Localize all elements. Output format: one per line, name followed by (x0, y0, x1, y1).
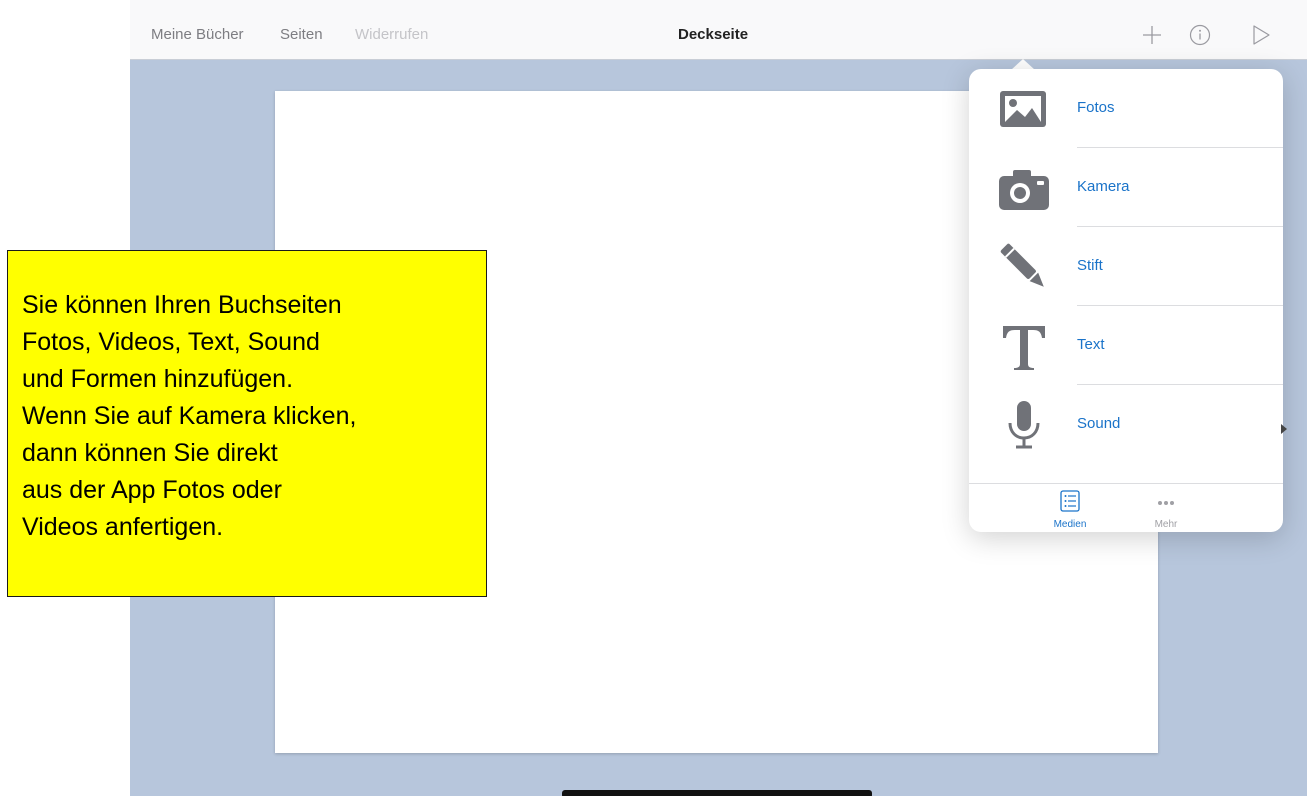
menu-item-label: Fotos (1077, 99, 1115, 116)
more-icon (1158, 501, 1174, 505)
callout-text-line: Sie können Ihren Buchseiten (22, 291, 342, 319)
menu-item-pen[interactable]: Stift (969, 227, 1283, 306)
home-indicator (562, 790, 872, 796)
info-icon[interactable] (1189, 24, 1211, 46)
navigation-bar: Meine Bücher Seiten Widerrufen Deckseite (130, 0, 1307, 60)
list-icon (1060, 490, 1080, 512)
callout-text-line: Wenn Sie auf Kamera klicken, (22, 402, 357, 430)
play-icon[interactable] (1250, 24, 1272, 46)
microphone-icon (1008, 401, 1040, 449)
camera-icon (999, 170, 1049, 210)
menu-item-photos[interactable]: Fotos (969, 69, 1283, 148)
insert-media-popover: Fotos Kamera Stift Text Sound Medien Meh… (969, 69, 1283, 532)
callout-text-line: aus der App Fotos oder (22, 476, 282, 504)
menu-item-label: Kamera (1077, 178, 1130, 195)
scroll-right-indicator (1281, 424, 1287, 434)
tab-media[interactable]: Medien (1040, 490, 1100, 530)
popover-tab-bar: Medien Mehr (969, 483, 1283, 533)
undo-button[interactable]: Widerrufen (355, 26, 428, 43)
tab-label: Medien (1053, 519, 1087, 530)
pen-icon (1000, 243, 1044, 287)
menu-item-sound[interactable]: Sound (969, 385, 1283, 464)
page-title: Deckseite (678, 26, 749, 43)
menu-item-label: Sound (1077, 415, 1121, 432)
tab-label: Mehr (1154, 519, 1178, 530)
text-icon (1003, 326, 1045, 370)
my-books-button[interactable]: Meine Bücher (151, 26, 244, 43)
menu-item-text[interactable]: Text (969, 306, 1283, 385)
pages-button[interactable]: Seiten (280, 26, 323, 43)
callout-text-line: dann können Sie direkt (22, 439, 278, 467)
add-icon[interactable] (1141, 24, 1163, 46)
instruction-callout: Sie können Ihren Buchseiten Fotos, Video… (7, 250, 487, 597)
photos-icon (1000, 91, 1046, 127)
menu-item-label: Text (1077, 336, 1105, 353)
menu-item-camera[interactable]: Kamera (969, 148, 1283, 227)
callout-text-line: Videos anfertigen. (22, 513, 224, 541)
callout-text-line: und Formen hinzufügen. (22, 365, 294, 393)
tab-more[interactable]: Mehr (1136, 490, 1196, 530)
menu-item-label: Stift (1077, 257, 1103, 274)
callout-text-line: Fotos, Videos, Text, Sound (22, 328, 320, 356)
